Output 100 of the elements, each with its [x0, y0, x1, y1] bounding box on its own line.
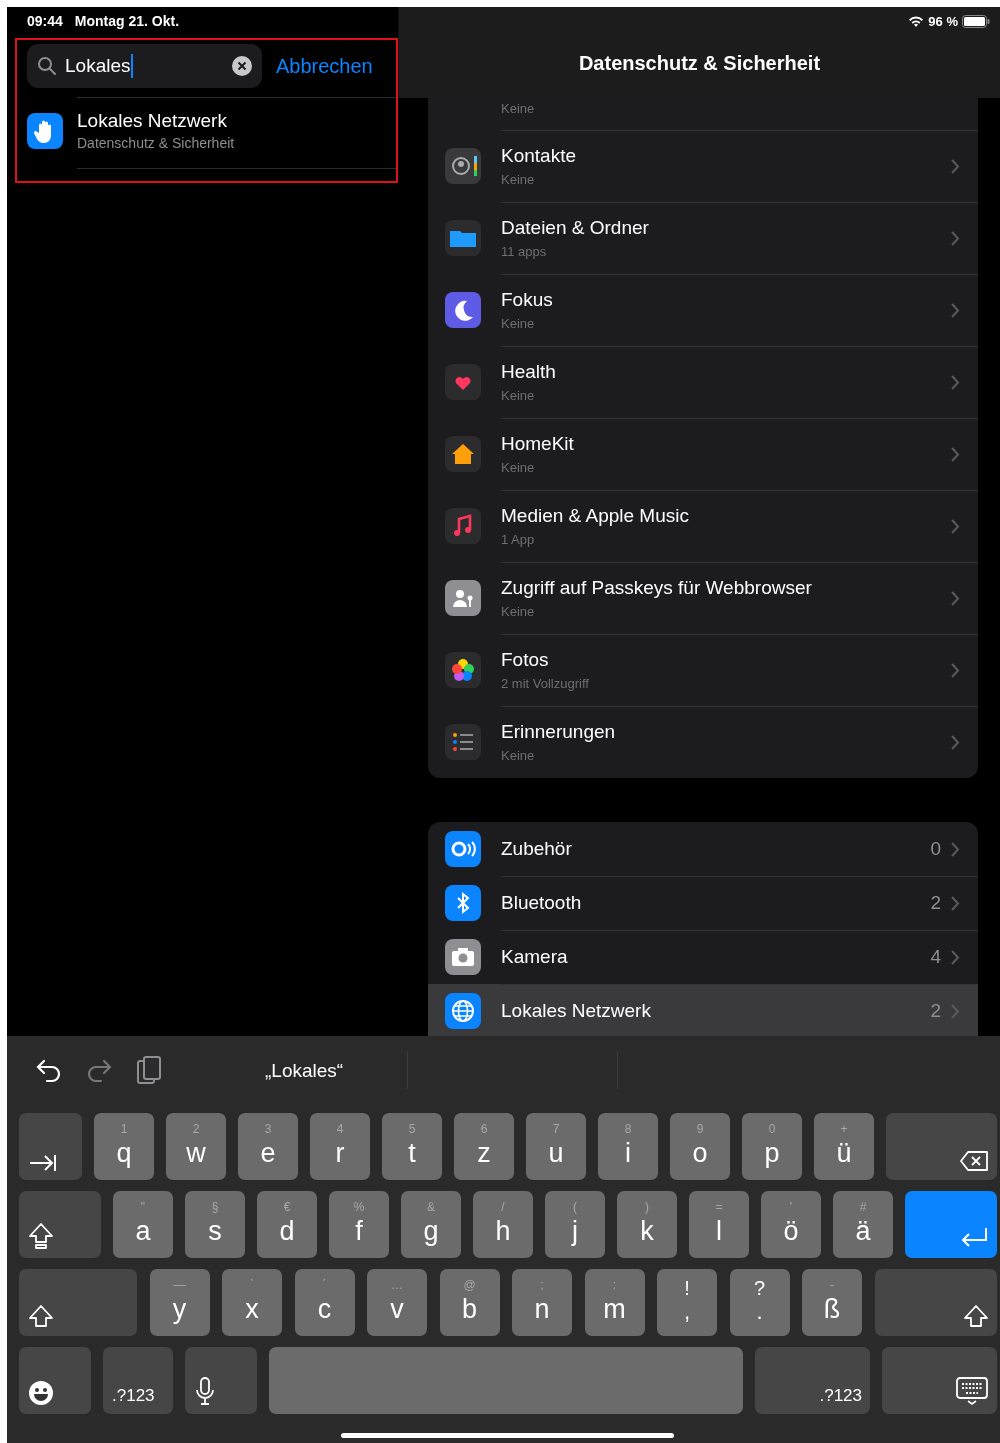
row-title: Zubehör	[501, 838, 572, 860]
search-field[interactable]: Lokales	[27, 44, 262, 88]
numbers-key[interactable]: .?123	[103, 1347, 173, 1414]
hand-icon	[27, 112, 63, 149]
list-row[interactable]: Dateien & Ordner 11 apps	[428, 202, 978, 274]
row-count: 2	[930, 892, 941, 914]
redo-icon[interactable]	[85, 1057, 113, 1084]
key[interactable]: 9 o	[670, 1113, 730, 1180]
row-title: HomeKit	[501, 433, 574, 455]
status-time: 09:44	[27, 13, 63, 29]
row-subtitle: Keine	[501, 748, 536, 763]
key[interactable]: % f	[329, 1191, 389, 1258]
list-row[interactable]: Fokus Keine	[428, 274, 978, 346]
chevron-icon	[951, 302, 960, 318]
key[interactable]: - ß	[802, 1269, 862, 1336]
battery-icon	[962, 14, 990, 28]
shift-icon	[28, 1304, 54, 1328]
list-row[interactable]: Bluetooth 2	[428, 876, 978, 930]
key[interactable]: " a	[113, 1191, 173, 1258]
list-row[interactable]: Zubehör 0	[428, 822, 978, 876]
key[interactable]: ? .	[729, 1269, 790, 1336]
camera-icon	[445, 939, 481, 975]
list-row[interactable]: Zugriff auf Passkeys für Webbrowser Keine	[428, 562, 978, 634]
key[interactable]: — y	[149, 1269, 210, 1336]
key[interactable]: 6 z	[454, 1113, 514, 1180]
bluetooth-icon	[445, 885, 481, 921]
person-key-icon	[445, 580, 481, 616]
dictation-key[interactable]	[185, 1347, 257, 1414]
row-title: Zugriff auf Passkeys für Webbrowser	[501, 577, 812, 599]
row-title: Kontakte	[501, 145, 576, 167]
list-row[interactable]: HomeKit Keine	[428, 418, 978, 490]
row-subtitle: Keine	[501, 316, 536, 331]
tab-key[interactable]	[19, 1113, 82, 1180]
result-subtitle: Datenschutz & Sicherheit	[77, 135, 235, 151]
row-count: 4	[930, 946, 941, 968]
key[interactable]: ) k	[617, 1191, 677, 1258]
key[interactable]: : m	[584, 1269, 645, 1336]
chevron-icon	[951, 734, 960, 750]
key[interactable]: & g	[401, 1191, 461, 1258]
key[interactable]: 4 r	[310, 1113, 370, 1180]
cancel-button[interactable]: Abbrechen	[276, 54, 373, 78]
chevron-icon	[951, 158, 960, 174]
key[interactable]: 1 q	[94, 1113, 154, 1180]
smiley-icon	[28, 1380, 54, 1406]
list-row[interactable]: Fotos 2 mit Vollzugriff	[428, 634, 978, 706]
key[interactable]: = l	[689, 1191, 749, 1258]
key[interactable]: @ b	[439, 1269, 500, 1336]
key[interactable]: 5 t	[382, 1113, 442, 1180]
list-row[interactable]: Medien & Apple Music 1 App	[428, 490, 978, 562]
row-title: Bluetooth	[501, 892, 582, 914]
backspace-icon	[959, 1150, 989, 1172]
row-title: Lokales Netzwerk	[501, 1000, 651, 1022]
key[interactable]: ! ,	[657, 1269, 717, 1336]
row-count: 0	[930, 838, 941, 860]
row-subtitle: 11 apps	[501, 244, 548, 259]
row-subtitle: Keine	[501, 172, 536, 187]
list-row[interactable]: Kontakte Keine	[428, 130, 978, 202]
caps-lock-icon	[28, 1222, 54, 1250]
wifi-icon	[908, 15, 925, 27]
list-row[interactable]: Health Keine	[428, 346, 978, 418]
numbers-key[interactable]: .?123	[755, 1347, 870, 1414]
key[interactable]: 0 p	[742, 1113, 802, 1180]
chevron-icon	[951, 374, 960, 390]
key[interactable]: 8 i	[598, 1113, 658, 1180]
house-icon	[445, 436, 481, 472]
caps-lock-key[interactable]	[19, 1191, 101, 1258]
key[interactable]: 7 u	[526, 1113, 586, 1180]
hide-keyboard-key[interactable]	[882, 1347, 997, 1414]
key[interactable]: # ä	[833, 1191, 893, 1258]
list-row[interactable]: Kamera 4	[428, 930, 978, 984]
list-row[interactable]: Erinnerungen Keine	[428, 706, 978, 778]
key[interactable]: ´ c	[294, 1269, 355, 1336]
key[interactable]: § s	[185, 1191, 245, 1258]
backspace-key[interactable]	[886, 1113, 997, 1180]
key[interactable]: / h	[473, 1191, 533, 1258]
emoji-key[interactable]	[19, 1347, 91, 1414]
row-subtitle: Keine	[501, 388, 536, 403]
keyboard-icon	[955, 1376, 989, 1406]
clear-icon[interactable]	[232, 56, 252, 76]
suggestion[interactable]: „Lokales“	[265, 1059, 344, 1082]
key[interactable]: 2 w	[166, 1113, 226, 1180]
moon-icon	[445, 292, 481, 328]
row-subtitle: Keine	[501, 101, 535, 116]
key[interactable]: … v	[367, 1269, 427, 1336]
row-title: Erinnerungen	[501, 721, 616, 743]
key[interactable]: ; n	[512, 1269, 572, 1336]
row-title: Fokus	[501, 289, 553, 311]
key[interactable]: 3 e	[238, 1113, 298, 1180]
clipboard-icon[interactable]	[135, 1054, 163, 1087]
row-title: Health	[501, 361, 556, 383]
list-row[interactable]: Lokales Netzwerk 2	[428, 984, 978, 1036]
key[interactable]: ( j	[545, 1191, 605, 1258]
row-title: Dateien & Ordner	[501, 217, 649, 239]
key[interactable]: ` x	[222, 1269, 282, 1336]
chevron-icon	[951, 841, 960, 857]
result-title[interactable]: Lokales Netzwerk	[77, 110, 235, 132]
key[interactable]: € d	[257, 1191, 317, 1258]
key[interactable]: + ü	[814, 1113, 874, 1180]
undo-icon[interactable]	[35, 1057, 63, 1084]
key[interactable]: ' ö	[761, 1191, 821, 1258]
